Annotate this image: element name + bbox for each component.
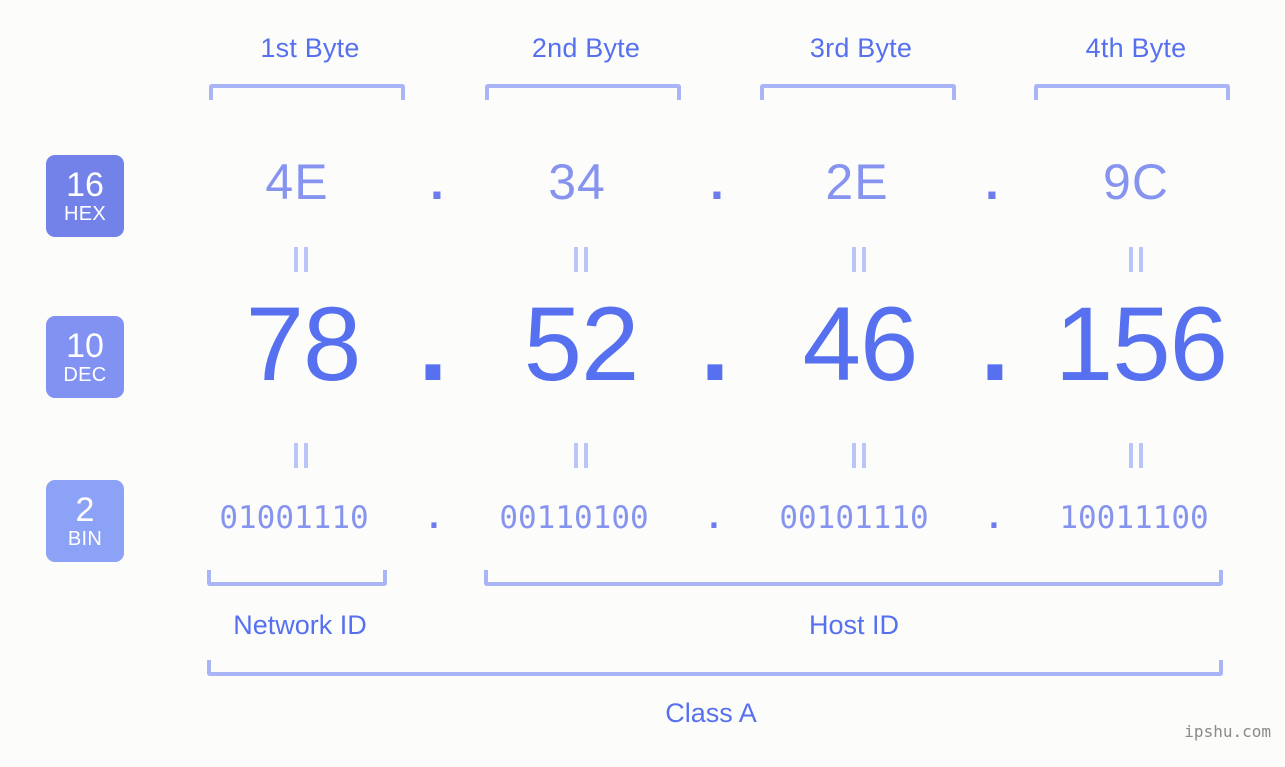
equals-mark-dec-bin-1 — [181, 442, 421, 468]
hex-separator-3: . — [985, 154, 999, 210]
bin-separator-1: . — [424, 500, 444, 536]
byte-label-3: 3rd Byte — [809, 33, 913, 63]
equals-mark-dec-bin-3 — [739, 442, 979, 468]
bin-value-byte-4: 10011100 — [1059, 500, 1209, 536]
hex-separator-1: . — [430, 154, 444, 210]
bin-value-byte-2: 00110100 — [499, 500, 649, 536]
ip-breakdown-diagram: 1st Byte 2nd Byte 3rd Byte 4th Byte 16 H… — [0, 0, 1285, 767]
radix-badge-dec-label: DEC — [63, 364, 107, 386]
equals-mark-hex-dec-3 — [739, 246, 979, 272]
bin-separator-2: . — [704, 500, 724, 536]
equals-mark-dec-bin-4 — [1016, 442, 1256, 468]
equals-mark-hex-dec-1 — [181, 246, 421, 272]
equals-mark-hex-dec-4 — [1016, 246, 1256, 272]
byte-label-2: 2nd Byte — [531, 33, 641, 63]
dec-separator-3: . — [980, 286, 1010, 403]
hex-value-byte-2: 34 — [548, 154, 606, 210]
byte-label-1: 1st Byte — [260, 33, 360, 63]
byte-label-4: 4th Byte — [1085, 33, 1187, 63]
dec-value-byte-2: 52 — [523, 286, 640, 403]
radix-badge-hex-label: HEX — [63, 203, 107, 225]
radix-badge-bin: 2 BIN — [46, 480, 124, 562]
radix-badge-hex: 16 HEX — [46, 155, 124, 237]
network-id-bracket — [207, 570, 387, 586]
byte-bracket-1 — [209, 84, 405, 100]
class-label: Class A — [665, 698, 757, 728]
radix-badge-bin-number: 2 — [75, 491, 95, 529]
radix-badge-dec-number: 10 — [66, 327, 104, 365]
dec-value-byte-3: 46 — [802, 286, 919, 403]
radix-badge-bin-label: BIN — [67, 528, 103, 550]
host-id-bracket — [484, 570, 1223, 586]
network-id-label: Network ID — [233, 610, 367, 640]
byte-bracket-4 — [1034, 84, 1230, 100]
radix-badge-hex-number: 16 — [66, 166, 104, 204]
byte-bracket-2 — [485, 84, 681, 100]
dec-value-byte-1: 78 — [245, 286, 362, 403]
radix-badge-dec: 10 DEC — [46, 316, 124, 398]
host-id-label: Host ID — [808, 610, 900, 640]
bin-value-byte-1: 01001110 — [219, 500, 369, 536]
watermark: ipshu.com — [1184, 722, 1271, 741]
dec-value-byte-4: 156 — [1054, 286, 1228, 403]
hex-value-byte-1: 4E — [265, 154, 329, 210]
hex-separator-2: . — [710, 154, 724, 210]
equals-mark-dec-bin-2 — [461, 442, 701, 468]
hex-value-byte-3: 2E — [825, 154, 889, 210]
dec-separator-1: . — [418, 286, 448, 403]
dec-separator-2: . — [700, 286, 730, 403]
byte-bracket-3 — [760, 84, 956, 100]
hex-value-byte-4: 9C — [1103, 154, 1169, 210]
class-bracket — [207, 660, 1223, 676]
bin-separator-3: . — [984, 500, 1004, 536]
bin-value-byte-3: 00101110 — [779, 500, 929, 536]
equals-mark-hex-dec-2 — [461, 246, 701, 272]
